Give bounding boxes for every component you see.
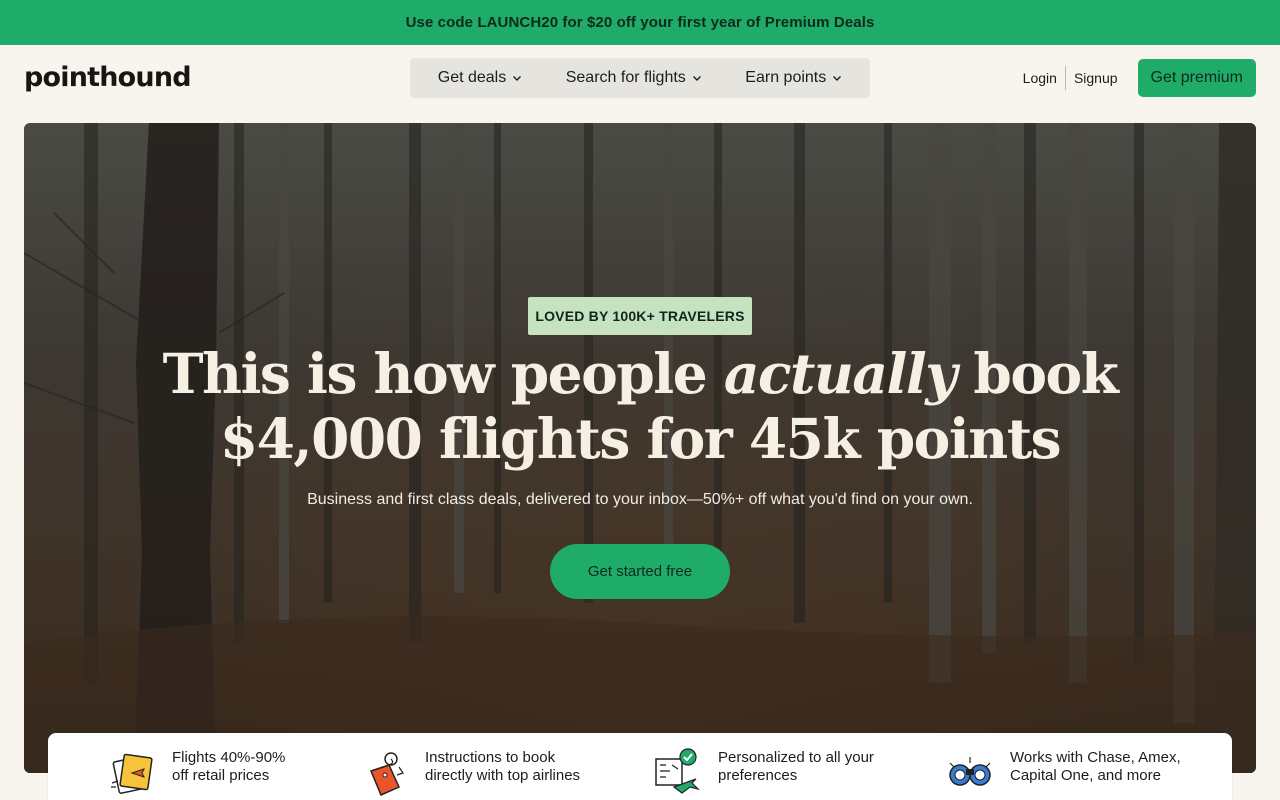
hero-section: LOVED BY 100K+ TRAVELERS This is how peo… (24, 123, 1256, 773)
feature-line2: off retail prices (172, 767, 270, 784)
feature-item: Instructions to book directly with top a… (359, 749, 580, 799)
get-premium-button[interactable]: Get premium (1137, 59, 1256, 97)
chevron-down-icon (513, 76, 522, 81)
login-link[interactable]: Login (1015, 70, 1065, 86)
header-actions: Login Signup Get premium (1015, 59, 1256, 97)
headline-emphasis: actually (723, 341, 957, 406)
nav-earn-points[interactable]: Earn points (735, 63, 852, 93)
feature-line1: Flights 40%-90% (172, 749, 286, 766)
feature-item: Personalized to all your preferences (652, 748, 874, 799)
feature-line1: Works with Chase, Amex, (1010, 749, 1181, 766)
hero-subline: Business and first class deals, delivere… (307, 491, 973, 508)
headline-part1: This is how people (162, 341, 724, 406)
feature-item: Flights 40%-90% off retail prices (106, 749, 285, 799)
signup-link[interactable]: Signup (1066, 70, 1126, 86)
main-nav: Get deals Search for flights Earn points (410, 58, 870, 98)
promo-text: Use code LAUNCH20 for $20 off your first… (405, 14, 875, 31)
features-bar: Flights 40%-90% off retail prices Instru… (48, 733, 1232, 800)
map-checkmark-icon (655, 748, 700, 794)
site-header: pointhound Get deals Search for flights … (0, 45, 1280, 123)
feature-line1: Personalized to all your (718, 749, 874, 766)
nav-label: Earn points (745, 69, 827, 86)
feature-item: Works with Chase, Amex, Capital One, and… (944, 749, 1181, 799)
feature-line2: directly with top airlines (425, 767, 581, 784)
nav-get-deals[interactable]: Get deals (428, 63, 532, 93)
get-started-button[interactable]: Get started free (550, 544, 730, 599)
binoculars-icon (949, 757, 991, 786)
nav-label: Get deals (437, 69, 507, 86)
feature-line2: preferences (718, 767, 798, 784)
luggage-tag-icon (369, 752, 404, 796)
nav-label: Search for flights (565, 69, 686, 86)
logo[interactable]: pointhound (24, 62, 192, 93)
ticket-plane-icon (111, 753, 153, 794)
headline-line2: $4,000 flights for 45k points (219, 406, 1062, 471)
feature-line1: Instructions to book (425, 749, 556, 766)
promo-banner[interactable]: Use code LAUNCH20 for $20 off your first… (0, 0, 1280, 45)
chevron-down-icon (692, 76, 701, 81)
nav-search-for-flights[interactable]: Search for flights (556, 63, 712, 93)
feature-line2: Capital One, and more (1010, 767, 1161, 784)
hero-headline: This is how people actually book $4,000 … (24, 341, 1256, 471)
headline-part2: book (955, 341, 1118, 406)
travelers-badge: LOVED BY 100K+ TRAVELERS (528, 297, 752, 335)
chevron-down-icon (833, 76, 842, 81)
